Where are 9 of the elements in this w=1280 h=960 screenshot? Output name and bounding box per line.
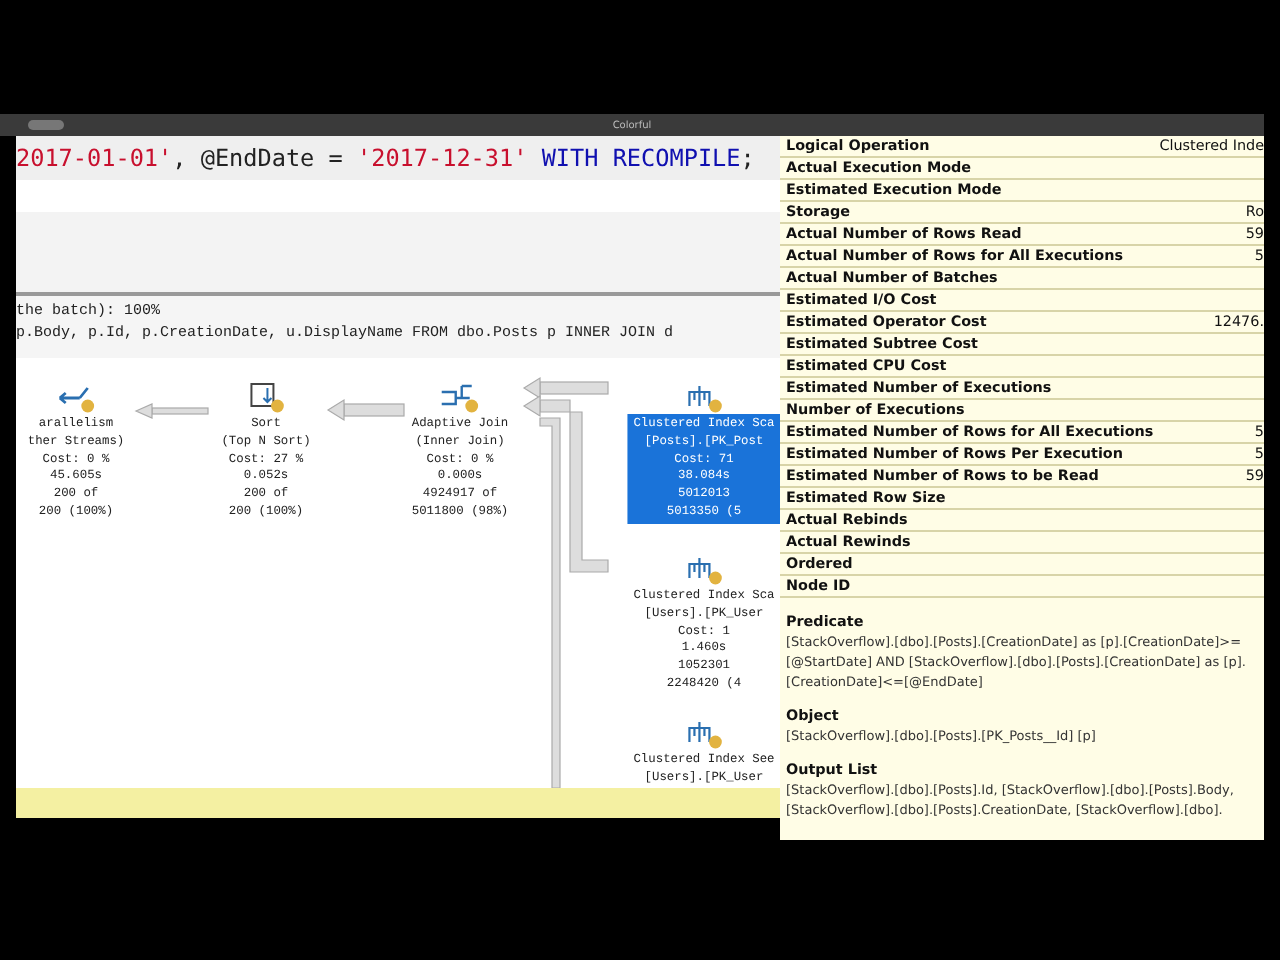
window-control-icon[interactable] [28,120,64,130]
parallelism-icon [56,382,96,414]
index-seek-icon [684,718,724,750]
sort-icon [246,382,286,414]
index-scan-icon [684,382,724,414]
connector-arrow [326,398,405,422]
join-icon [440,382,480,414]
connector-arrow [134,403,209,419]
index-scan-icon [684,554,724,586]
